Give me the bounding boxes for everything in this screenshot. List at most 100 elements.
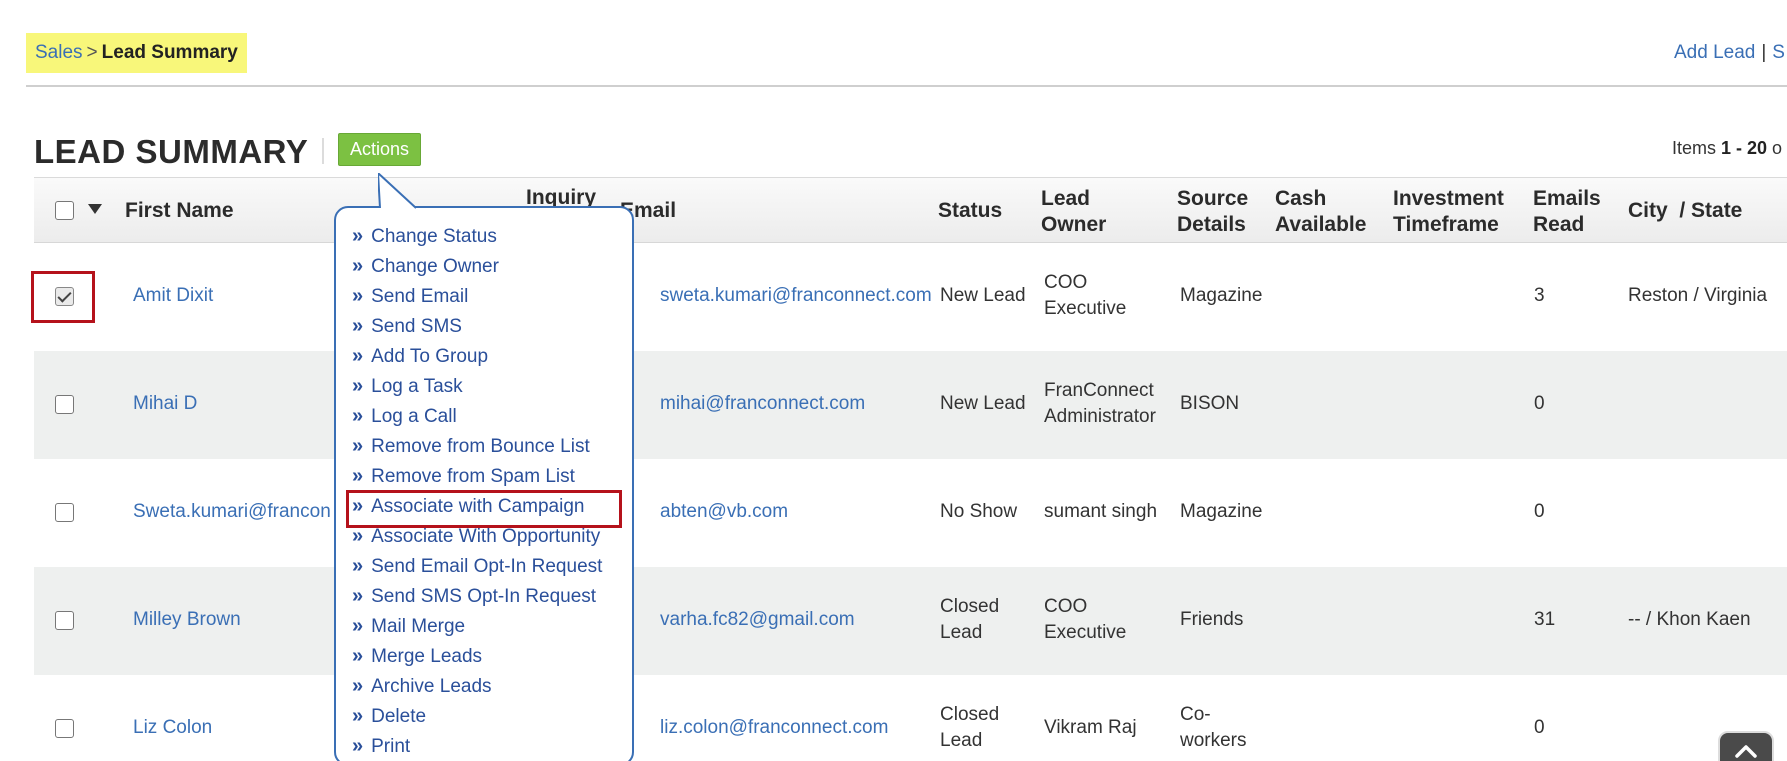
select-all-checkbox[interactable] <box>55 201 74 220</box>
menu-item-label: Send Email Opt-In Request <box>371 555 603 577</box>
menu-item-send-sms-opt-in-request[interactable]: » Send SMS Opt-In Request <box>352 585 596 608</box>
menu-item-label: Merge Leads <box>371 645 483 667</box>
row-checkbox[interactable] <box>55 503 74 522</box>
menu-item-change-owner[interactable]: » Change Owner <box>352 255 499 278</box>
breadcrumb-current: Lead Summary <box>101 42 238 63</box>
lead-emails-read: 0 <box>1534 393 1545 414</box>
double-chevron-icon: » <box>352 525 364 547</box>
menu-item-merge-leads[interactable]: » Merge Leads <box>352 645 482 668</box>
column-header-status[interactable]: Status <box>938 198 1002 224</box>
lead-emails-read: 3 <box>1534 285 1545 306</box>
title-divider <box>322 138 324 164</box>
double-chevron-icon: » <box>352 345 364 367</box>
double-chevron-icon: » <box>352 375 364 397</box>
menu-item-log-a-task[interactable]: » Log a Task <box>352 375 463 398</box>
lead-source-details: Magazine <box>1180 285 1263 306</box>
lead-owner: sumant singh <box>1044 501 1158 522</box>
menu-item-add-to-group[interactable]: » Add To Group <box>352 345 488 368</box>
double-chevron-icon: » <box>352 585 364 607</box>
items-prefix: Items <box>1672 138 1722 158</box>
breadcrumb-sales-link[interactable]: Sales <box>35 42 83 64</box>
lead-first-name-link[interactable]: Mihai D <box>133 391 197 417</box>
column-header-cash-available[interactable]: Cash Available <box>1275 186 1385 238</box>
next-top-link[interactable]: S <box>1772 42 1785 63</box>
page-title: LEAD SUMMARY <box>34 133 309 170</box>
lead-first-name-link[interactable]: Amit Dixit <box>133 283 213 309</box>
pagination-info: Items 1 - 20 o <box>1672 138 1782 159</box>
lead-email-link[interactable]: mihai@franconnect.com <box>660 391 865 417</box>
actions-menu: » Change Status » Change Owner » Send Email… <box>334 206 634 761</box>
menu-pointer <box>378 173 417 209</box>
menu-item-label: Delete <box>371 705 427 727</box>
double-chevron-icon: » <box>352 675 364 697</box>
menu-item-label: Change Owner <box>371 255 499 277</box>
lead-email-link[interactable]: abten@vb.com <box>660 499 788 525</box>
table-header: First Name Inquiry Email Status Lead Own… <box>34 177 1787 243</box>
column-header-emails-read[interactable]: Emails Read <box>1533 186 1623 238</box>
menu-item-print[interactable]: » Print <box>352 735 410 758</box>
table-row: Milley Brown varha.fc82@gmail.com Closed… <box>34 567 1787 675</box>
top-links: Add Lead | S <box>1674 42 1785 64</box>
menu-item-label: Log a Call <box>371 405 457 427</box>
lead-source-details: BISON <box>1180 393 1240 414</box>
double-chevron-icon: » <box>352 465 364 487</box>
lead-owner: COO Executive <box>1044 272 1127 319</box>
column-header-investment-timeframe[interactable]: Investment Timeframe <box>1393 186 1523 238</box>
lead-emails-read: 0 <box>1534 501 1545 522</box>
actions-button[interactable]: Actions <box>338 133 421 166</box>
menu-item-change-status[interactable]: » Change Status <box>352 225 497 248</box>
lead-source-details: Magazine <box>1180 501 1263 522</box>
menu-item-send-email[interactable]: » Send Email <box>352 285 468 308</box>
menu-item-highlight <box>346 490 622 528</box>
double-chevron-icon: » <box>352 225 364 247</box>
double-chevron-icon: » <box>352 405 364 427</box>
row-checkbox[interactable] <box>55 719 74 738</box>
menu-item-label: Print <box>371 735 411 757</box>
lead-first-name-link[interactable]: Liz Colon <box>133 715 212 741</box>
top-links-divider: | <box>1761 42 1767 63</box>
column-header-lead-owner[interactable]: Lead Owner <box>1041 186 1131 238</box>
lead-first-name-link[interactable]: Milley Brown <box>133 607 241 633</box>
lead-owner: COO Executive <box>1044 596 1127 643</box>
lead-owner: FranConnect Administrator <box>1044 380 1156 427</box>
column-header-source-details[interactable]: Source Details <box>1177 186 1267 238</box>
lead-emails-read: 31 <box>1534 609 1556 630</box>
lead-email-link[interactable]: sweta.kumari@franconnect.com <box>660 283 932 309</box>
menu-item-label: Mail Merge <box>371 615 466 637</box>
lead-email-link[interactable]: liz.colon@franconnect.com <box>660 715 888 741</box>
menu-item-label: Send SMS <box>371 315 462 337</box>
lead-status: New Lead <box>940 285 1026 306</box>
menu-item-send-email-opt-in-request[interactable]: » Send Email Opt-In Request <box>352 555 602 578</box>
menu-item-label: Send SMS Opt-In Request <box>371 585 597 607</box>
menu-item-label: Log a Task <box>371 375 463 397</box>
lead-source-details: Friends <box>1180 609 1244 630</box>
column-header-first-name[interactable]: First Name <box>125 198 234 224</box>
add-lead-link[interactable]: Add Lead <box>1674 42 1755 63</box>
menu-item-associate-with-opportunity[interactable]: » Associate With Opportunity <box>352 525 600 548</box>
menu-item-log-a-call[interactable]: » Log a Call <box>352 405 457 428</box>
lead-city-state: -- / Khon Kaen <box>1628 609 1751 630</box>
menu-item-delete[interactable]: » Delete <box>352 705 426 728</box>
menu-item-label: Change Status <box>371 225 497 247</box>
lead-status: Closed Lead <box>940 596 1000 643</box>
row-checkbox[interactable] <box>55 395 74 414</box>
column-header-city-state[interactable]: City / State <box>1628 198 1742 224</box>
checkbox-highlight <box>31 271 95 323</box>
lead-city-state: Reston / Virginia <box>1628 285 1768 306</box>
menu-item-label: Remove from Spam List <box>371 465 575 487</box>
double-chevron-icon: » <box>352 285 364 307</box>
menu-item-send-sms[interactable]: » Send SMS <box>352 315 462 338</box>
menu-item-remove-from-bounce-list[interactable]: » Remove from Bounce List <box>352 435 590 458</box>
menu-item-mail-merge[interactable]: » Mail Merge <box>352 615 465 638</box>
double-chevron-icon: » <box>352 705 364 727</box>
double-chevron-icon: » <box>352 315 364 337</box>
row-checkbox[interactable] <box>55 611 74 630</box>
table-row: Liz Colon liz.colon@franconnect.com Clos… <box>34 675 1787 761</box>
lead-status: New Lead <box>940 393 1026 414</box>
lead-email-link[interactable]: varha.fc82@gmail.com <box>660 607 855 633</box>
scroll-to-top-button[interactable] <box>1718 731 1774 761</box>
caret-down-icon[interactable] <box>88 204 102 214</box>
menu-item-label: Add To Group <box>371 345 489 367</box>
menu-item-archive-leads[interactable]: » Archive Leads <box>352 675 492 698</box>
menu-item-remove-from-spam-list[interactable]: » Remove from Spam List <box>352 465 575 488</box>
